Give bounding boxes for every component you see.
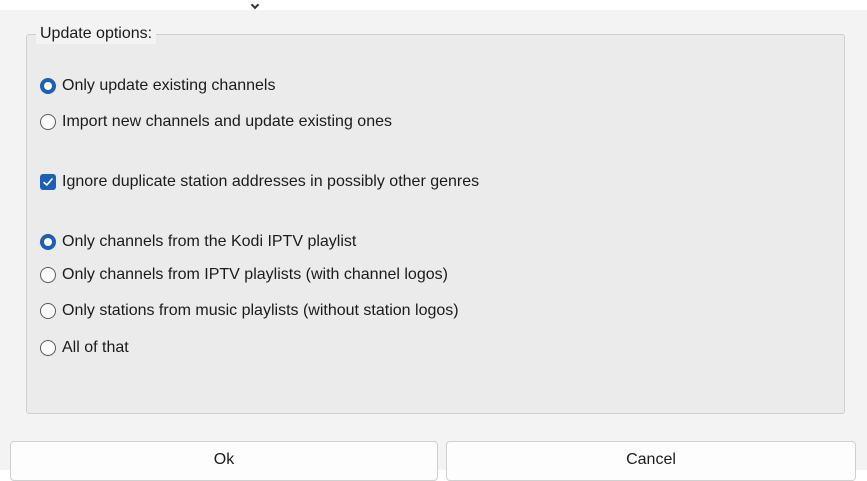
radio-unchecked-icon[interactable]	[40, 340, 56, 356]
radio-label: Only channels from IPTV playlists (with …	[62, 266, 448, 283]
checkbox-label: Ignore duplicate station addresses in po…	[62, 173, 480, 190]
ok-button[interactable]: Ok	[10, 441, 438, 481]
radio-checked-icon[interactable]	[40, 234, 56, 250]
radio-label: All of that	[62, 339, 129, 356]
radio-unchecked-icon[interactable]	[40, 267, 56, 283]
radio-iptv-playlists-with-logos[interactable]: Only channels from IPTV playlists (with …	[40, 264, 448, 286]
radio-label: Only channels from the Kodi IPTV playlis…	[62, 233, 357, 250]
radio-import-new-channels[interactable]: Import new channels and update existing …	[40, 111, 392, 133]
checkmark-icon	[43, 178, 53, 186]
checkbox-checked-icon[interactable]	[40, 174, 56, 190]
top-strip	[0, 0, 867, 10]
radio-label: Import new channels and update existing …	[62, 113, 392, 130]
truncated-text-fragment	[250, 0, 260, 10]
update-options-dialog: Update options: Only update existing cha…	[0, 0, 867, 481]
radio-all-of-that[interactable]: All of that	[40, 337, 129, 359]
radio-label: Only update existing channels	[62, 77, 276, 94]
cancel-button[interactable]: Cancel	[446, 441, 856, 481]
checkbox-ignore-duplicates[interactable]: Ignore duplicate station addresses in po…	[40, 171, 479, 193]
radio-kodi-iptv-playlist[interactable]: Only channels from the Kodi IPTV playlis…	[40, 231, 356, 253]
radio-music-playlists[interactable]: Only stations from music playlists (with…	[40, 300, 459, 322]
radio-label: Only stations from music playlists (with…	[62, 302, 459, 319]
groupbox-title: Update options:	[36, 24, 157, 44]
radio-only-update-existing[interactable]: Only update existing channels	[40, 75, 275, 97]
radio-unchecked-icon[interactable]	[40, 303, 56, 319]
radio-checked-icon[interactable]	[40, 78, 56, 94]
radio-unchecked-icon[interactable]	[40, 114, 56, 130]
